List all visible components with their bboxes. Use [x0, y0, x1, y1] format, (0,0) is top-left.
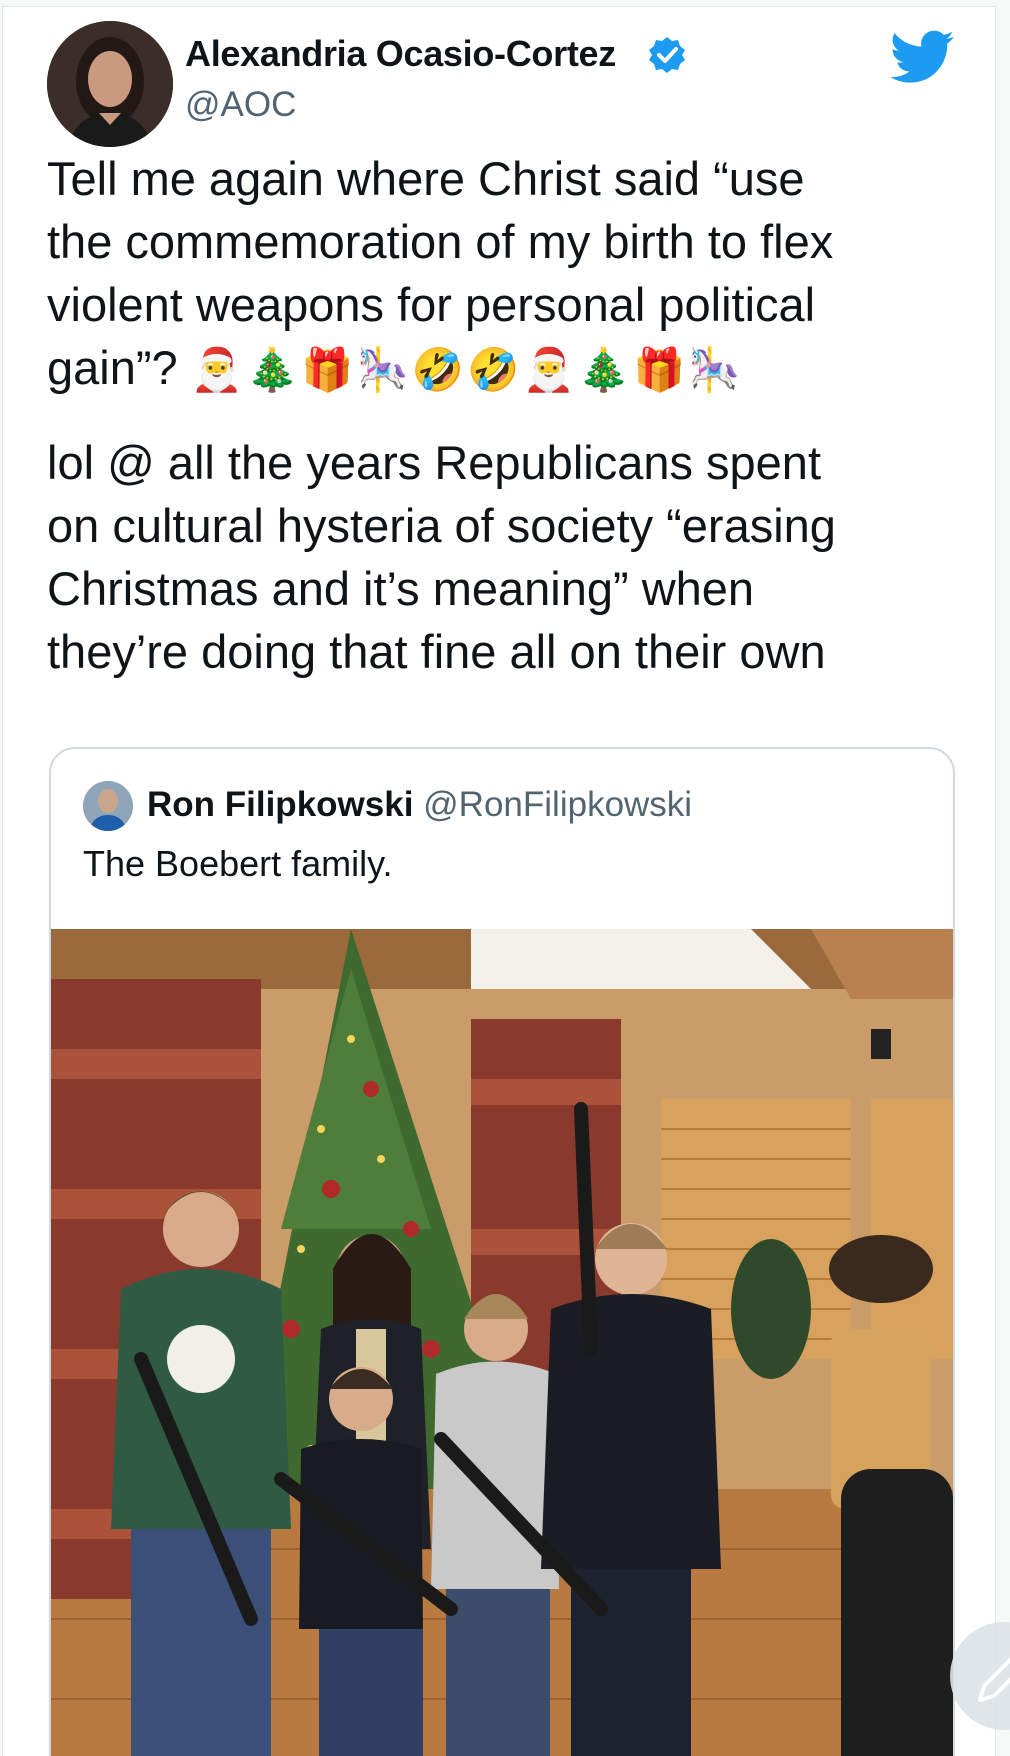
tweet-line: on cultural hysteria of society “erasing — [47, 499, 836, 552]
tweet-line: lol @ all the years Republicans spent — [47, 436, 822, 489]
tweet-line: gain”? — [47, 341, 178, 394]
tweet-line-with-emojis: gain”? 🎅🎄🎁🎠🤣🤣🎅🎄🎁🎠 — [47, 336, 977, 401]
quoted-author-name: Ron Filipkowski — [147, 785, 414, 824]
verified-badge-icon — [649, 37, 685, 73]
quoted-avatar-image — [83, 781, 133, 831]
tweet-line: the commemoration of my birth to flex — [47, 215, 834, 268]
quoted-author-avatar[interactable] — [83, 781, 133, 831]
quoted-author-handle: @RonFilipkowski — [423, 785, 693, 824]
author-avatar[interactable] — [47, 21, 173, 147]
compose-pencil-icon — [978, 1657, 1010, 1702]
tweet-line: Tell me again where Christ said “use — [47, 152, 805, 205]
avatar-image — [47, 21, 173, 147]
author-name[interactable]: Alexandria Ocasio-Cortez — [185, 33, 616, 75]
quoted-author[interactable]: Ron Filipkowski @RonFilipkowski — [147, 785, 692, 825]
tweet-line: violent weapons for personal political — [47, 278, 816, 331]
quoted-tweet-photo[interactable] — [51, 929, 953, 1756]
tweet-card: Alexandria Ocasio-Cortez @AOC Tell me ag… — [2, 6, 996, 1756]
tweet-body: Tell me again where Christ said “use the … — [47, 147, 977, 683]
author-handle[interactable]: @AOC — [185, 85, 296, 125]
quoted-tweet[interactable]: Ron Filipkowski @RonFilipkowski The Boeb… — [49, 747, 955, 1756]
tweet-line: Christmas and it’s meaning” when — [47, 562, 755, 615]
twitter-bird-icon[interactable] — [891, 29, 955, 85]
tweet-line: they’re doing that fine all on their own — [47, 625, 826, 678]
quoted-tweet-text: The Boebert family. — [83, 843, 393, 884]
emoji-sequence: 🎅🎄🎁🎠🤣🤣🎅🎄🎁🎠 — [190, 345, 744, 394]
compose-button[interactable] — [950, 1622, 1010, 1730]
